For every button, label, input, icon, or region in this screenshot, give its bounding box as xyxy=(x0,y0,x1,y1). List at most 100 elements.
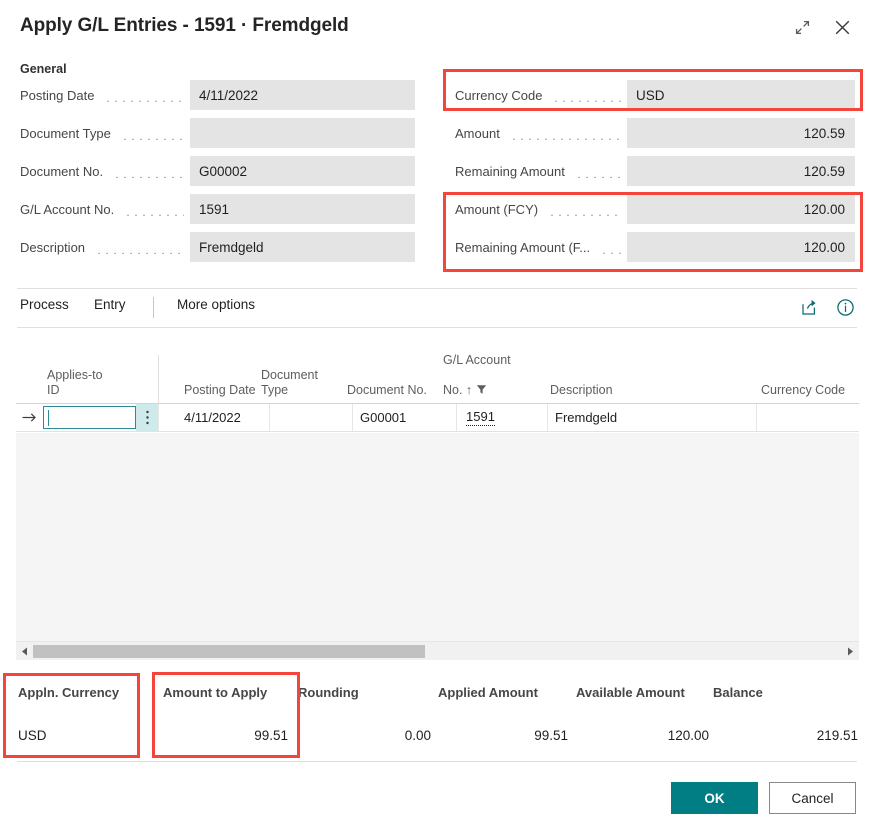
field-label: Document No. xyxy=(20,164,107,179)
field-document-no: Document No. G00002 xyxy=(20,156,415,186)
field-currency-code: Currency Code USD xyxy=(455,80,855,110)
titlebar-actions xyxy=(789,14,855,40)
field-label: Description xyxy=(20,240,89,255)
field-label: Document Type xyxy=(20,126,115,141)
close-icon[interactable] xyxy=(829,14,855,40)
field-label: G/L Account No. xyxy=(20,202,118,217)
general-right-fields: Currency Code USD Amount 120.59 Remainin… xyxy=(455,80,855,270)
dot-leader xyxy=(95,241,184,254)
total-value-amount-to-apply: 99.51 xyxy=(160,728,288,743)
expand-diagonal-icon[interactable] xyxy=(789,14,815,40)
totals-bottom-rule xyxy=(17,761,857,762)
description-input[interactable]: Fremdgeld xyxy=(190,232,415,262)
field-posting-date: Posting Date 4/11/2022 xyxy=(20,80,415,110)
total-header-rounding: Rounding xyxy=(298,685,359,700)
cell-document-no[interactable]: G00001 xyxy=(360,404,450,431)
applies-to-entries-grid: Applies-to ID Posting Date Document Type… xyxy=(16,355,859,665)
ribbon-item-entry[interactable]: Entry xyxy=(94,297,126,312)
totals-bar: Appln. Currency Amount to Apply Rounding… xyxy=(0,676,875,758)
ribbon-bottom-divider xyxy=(17,327,857,328)
column-header-document-type[interactable]: Document Type xyxy=(261,368,346,398)
ribbon-item-more-options[interactable]: More options xyxy=(177,297,255,312)
dot-leader xyxy=(600,241,621,254)
cell-gl-account-no-link[interactable]: 1591 xyxy=(466,410,495,426)
total-value-available-amount: 120.00 xyxy=(573,728,709,743)
gl-account-no-input[interactable]: 1591 xyxy=(190,194,415,224)
grid-horizontal-scrollbar[interactable] xyxy=(16,641,859,660)
ribbon-icon-group xyxy=(798,296,856,318)
filter-icon[interactable] xyxy=(476,368,487,398)
field-amount: Amount 120.59 xyxy=(455,118,855,148)
cancel-button[interactable]: Cancel xyxy=(769,782,856,814)
ribbon-item-process[interactable]: Process xyxy=(20,297,69,312)
currency-code-input[interactable]: USD xyxy=(627,80,855,110)
cell-divider xyxy=(456,404,457,431)
field-label: Posting Date xyxy=(20,88,98,103)
remaining-amount-input[interactable]: 120.59 xyxy=(627,156,855,186)
applies-to-id-cell-input[interactable] xyxy=(43,406,136,429)
remaining-amount-fcy-input[interactable]: 120.00 xyxy=(627,232,855,262)
dot-leader xyxy=(113,165,184,178)
scrollbar-thumb[interactable] xyxy=(33,645,425,658)
field-label: Amount (FCY) xyxy=(455,202,542,217)
cell-divider xyxy=(269,404,270,431)
general-section-label: General xyxy=(20,62,67,76)
ok-button[interactable]: OK xyxy=(671,782,758,814)
apply-gl-entries-dialog: Apply G/L Entries - 1591 · Fremdgeld Gen… xyxy=(0,0,875,836)
ribbon-vertical-divider xyxy=(153,297,154,318)
page-title: Apply G/L Entries - 1591 · Fremdgeld xyxy=(20,15,349,37)
grid-empty-body xyxy=(16,433,859,641)
share-icon[interactable] xyxy=(798,296,820,318)
document-no-input[interactable]: G00002 xyxy=(190,156,415,186)
column-header-applies-to-id[interactable]: Applies-to ID xyxy=(47,368,152,398)
total-header-amount-to-apply: Amount to Apply xyxy=(163,685,267,700)
posting-date-input[interactable]: 4/11/2022 xyxy=(190,80,415,110)
info-icon[interactable] xyxy=(834,296,856,318)
column-header-description[interactable]: Description xyxy=(550,383,700,398)
dot-leader xyxy=(104,89,184,102)
cell-description[interactable]: Fremdgeld xyxy=(555,404,755,431)
total-value-appln-currency: USD xyxy=(18,728,47,743)
scroll-left-arrow-icon[interactable] xyxy=(16,642,33,661)
field-document-type: Document Type xyxy=(20,118,415,148)
dot-leader xyxy=(552,89,621,102)
field-amount-fcy: Amount (FCY) 120.00 xyxy=(455,194,855,224)
total-value-balance: 219.51 xyxy=(712,728,858,743)
total-header-balance: Balance xyxy=(713,685,763,700)
cell-divider xyxy=(158,404,159,431)
field-remaining-amount-fcy: Remaining Amount (F... 120.00 xyxy=(455,232,855,262)
row-selector-arrow-icon xyxy=(16,404,42,431)
text-caret xyxy=(48,410,49,426)
total-header-available-amount: Available Amount xyxy=(576,685,685,700)
grid-header-row: Applies-to ID Posting Date Document Type… xyxy=(16,355,859,404)
cell-posting-date[interactable]: 4/11/2022 xyxy=(184,404,264,431)
field-description: Description Fremdgeld xyxy=(20,232,415,262)
field-label: Remaining Amount (F... xyxy=(455,240,594,255)
column-header-document-no[interactable]: Document No. xyxy=(347,383,457,398)
cell-divider xyxy=(352,404,353,431)
table-row[interactable]: 4/11/2022 G00001 1591 Fremdgeld xyxy=(16,404,859,432)
cell-divider xyxy=(756,404,757,431)
column-header-currency-code[interactable]: Currency Code xyxy=(761,383,871,398)
column-header-gl-account-no[interactable]: G/L Account No. ↑ xyxy=(443,338,548,398)
cell-divider xyxy=(547,404,548,431)
scroll-right-arrow-icon[interactable] xyxy=(842,642,859,661)
dot-leader xyxy=(575,165,621,178)
general-left-fields: Posting Date 4/11/2022 Document Type Doc… xyxy=(20,80,415,270)
cell-document-type[interactable] xyxy=(276,404,346,431)
total-header-appln-currency: Appln. Currency xyxy=(18,685,119,700)
amount-fcy-input[interactable]: 120.00 xyxy=(627,194,855,224)
dot-leader xyxy=(121,127,184,140)
scrollbar-track[interactable] xyxy=(33,642,842,661)
header-divider xyxy=(158,355,159,404)
cell-gl-account-no[interactable]: 1591 xyxy=(466,404,551,431)
field-remaining-amount: Remaining Amount 120.59 xyxy=(455,156,855,186)
dot-leader xyxy=(124,203,184,216)
amount-input[interactable]: 120.59 xyxy=(627,118,855,148)
field-gl-account-no: G/L Account No. 1591 xyxy=(20,194,415,224)
applies-to-id-lookup-button[interactable] xyxy=(136,404,158,431)
document-type-input[interactable] xyxy=(190,118,415,148)
dialog-titlebar: Apply G/L Entries - 1591 · Fremdgeld xyxy=(0,0,875,56)
cell-currency-code[interactable] xyxy=(764,404,859,431)
dot-leader xyxy=(510,127,621,140)
